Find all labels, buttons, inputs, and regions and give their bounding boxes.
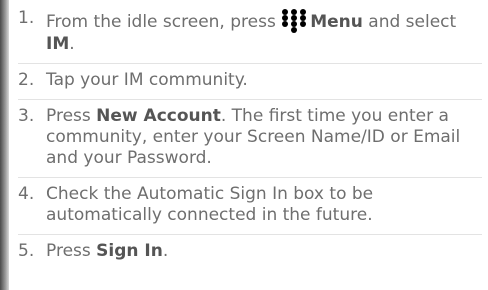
step-text: Press [46,241,97,261]
step-1: 1. From the idle screen, press Menu and … [18,2,482,64]
step-text: Press [46,106,97,126]
im-label: IM [46,34,70,54]
step-4: 4. Check the Automatic Sign In box to be… [18,178,482,235]
step-text: and select [362,12,457,32]
step-text: . [69,34,75,54]
step-text: Check the Automatic Sign In box to be au… [46,184,374,225]
step-number: 3. [18,106,35,126]
step-3: 3. Press New Account. The first time you… [18,100,482,178]
step-number: 5. [18,241,35,261]
step-text: From the idle screen, press [46,12,282,32]
step-5: 5. Press Sign In. [18,235,482,270]
step-text: . [162,241,169,261]
page-edge-shadow [0,0,9,290]
menu-label: Menu [310,12,363,32]
instruction-steps: 1. From the idle screen, press Menu and … [18,2,482,270]
menu-dots-icon [281,8,307,34]
step-number: 4. [18,184,35,204]
step-2: 2. Tap your IM community. [18,64,482,100]
step-text: Tap your IM community. [46,70,248,90]
instruction-page: 1. From the idle screen, press Menu and … [0,0,488,290]
step-number: 2. [18,70,35,90]
new-account-label: New Account [96,106,221,126]
step-number: 1. [18,8,35,28]
sign-in-label: Sign In [96,241,163,261]
